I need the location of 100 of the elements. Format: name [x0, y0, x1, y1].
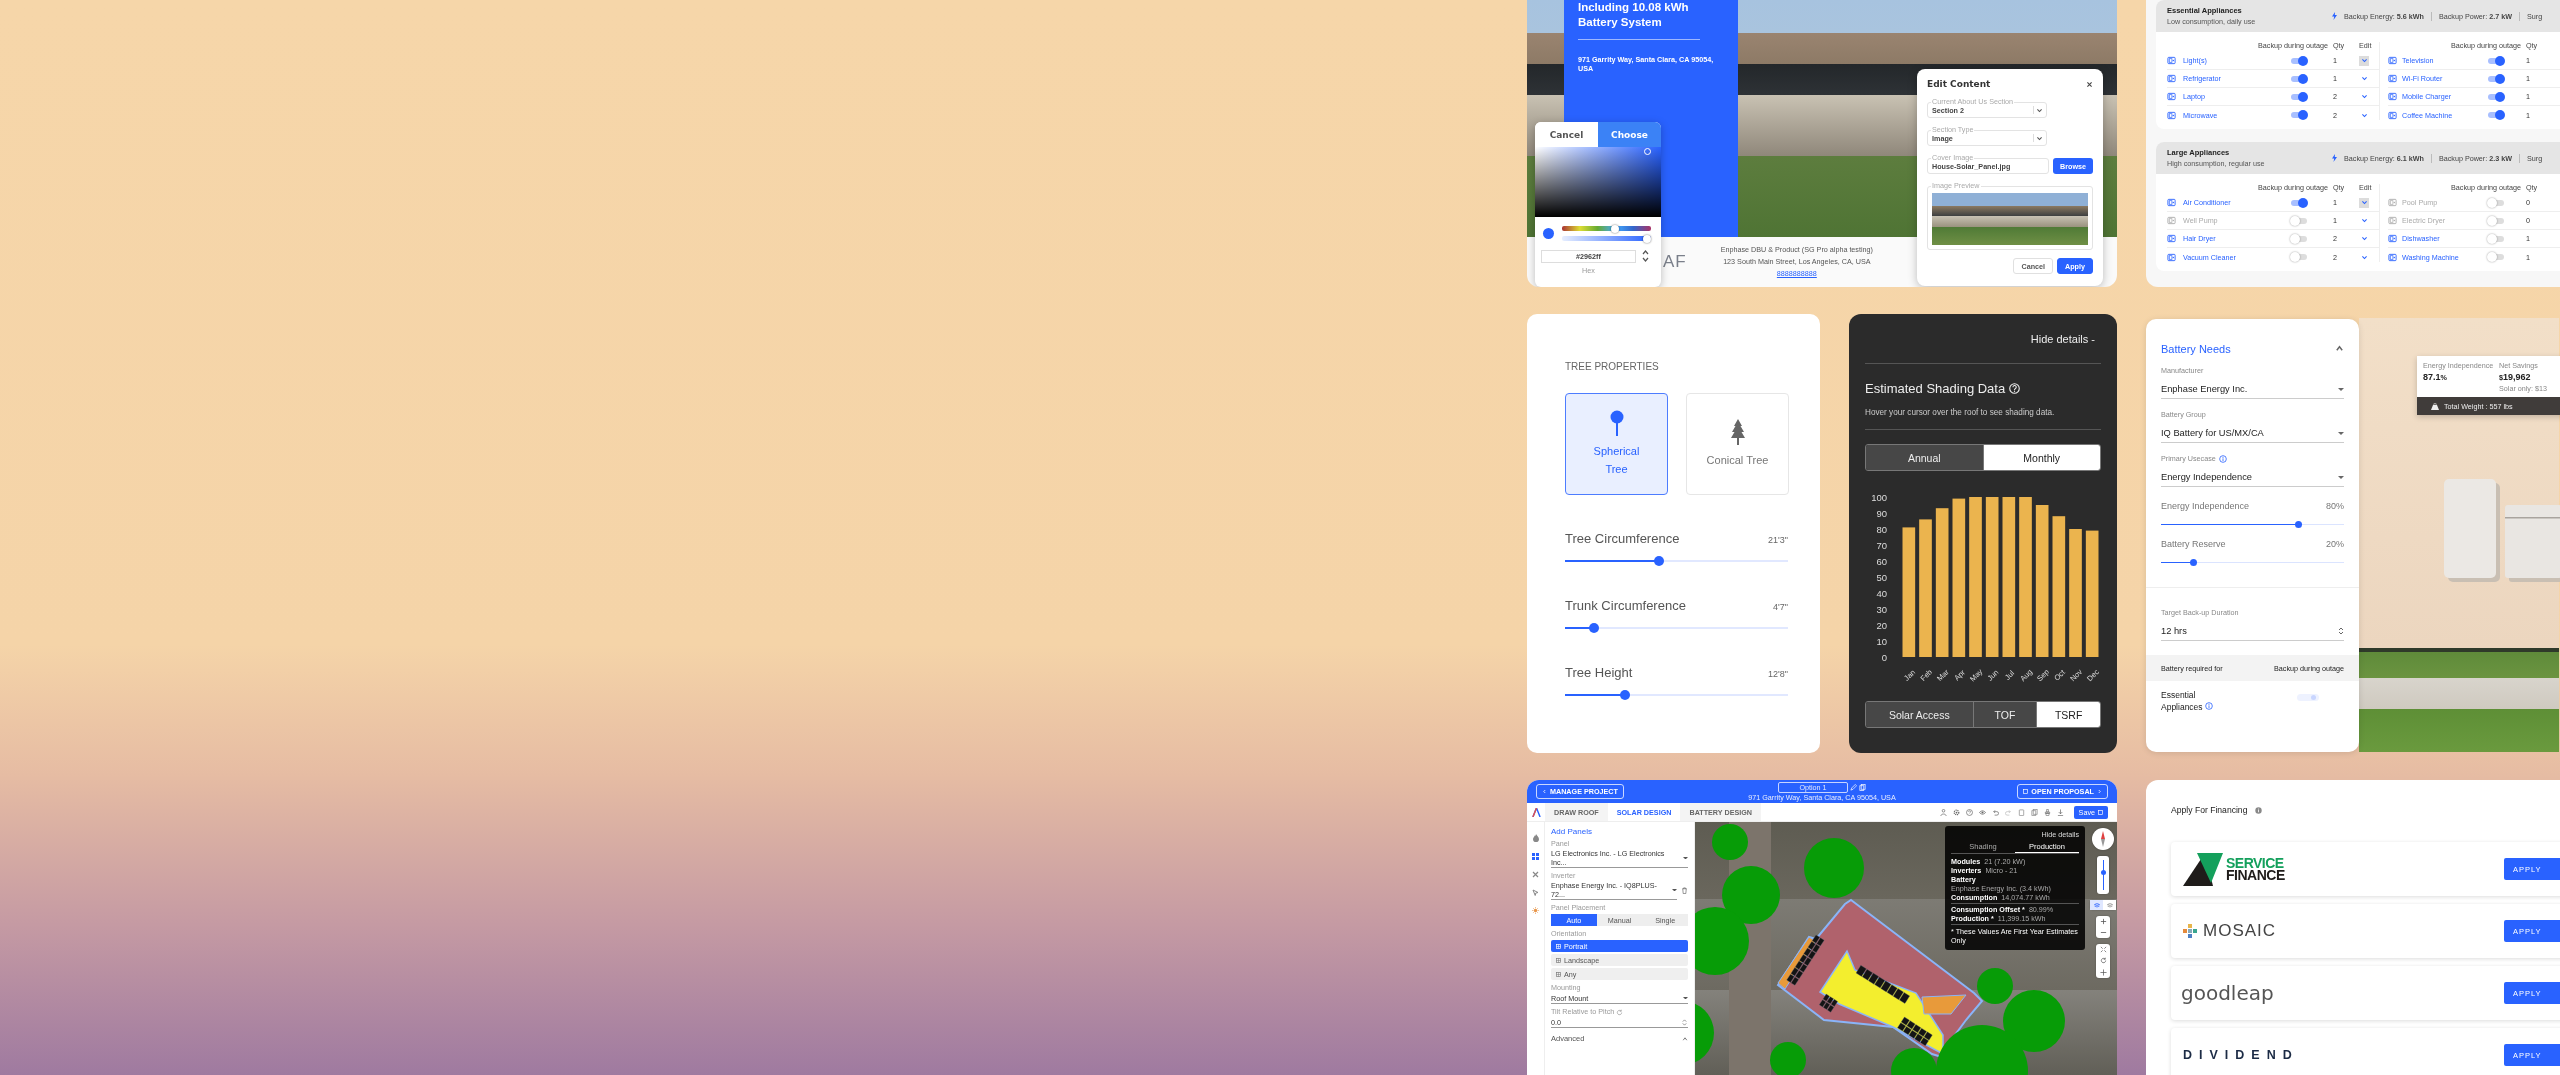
caret-icon [2338, 431, 2344, 435]
color-gradient-area[interactable] [1535, 147, 1661, 217]
y-tick-label: 30 [1876, 603, 1887, 615]
slider-thumb[interactable] [2100, 870, 2106, 876]
logo-text: MOSAIC [2203, 921, 2277, 941]
tree-marker[interactable] [1770, 1042, 1806, 1075]
appliance-icon [2388, 56, 2397, 65]
help-icon [2009, 383, 2021, 394]
view-toggle-option[interactable] [2090, 900, 2103, 910]
appliance-icon [2167, 74, 2176, 83]
hint-text: Hover your cursor over the roof to see shading data. [1865, 408, 2101, 430]
toggle-switch[interactable] [2487, 233, 2505, 244]
slider-thumb[interactable] [1589, 623, 1599, 633]
document-icon [2023, 789, 2029, 794]
slider-value: 4'7" [1773, 602, 1788, 612]
toggle-switch[interactable] [2290, 252, 2308, 262]
appliance-icon [2167, 56, 2176, 65]
slider-thumb[interactable] [2294, 521, 2302, 528]
number-field[interactable]: 12 hrs [2161, 626, 2344, 641]
toggle-switch[interactable] [2487, 110, 2505, 120]
slider-thumb[interactable] [1643, 234, 1651, 243]
alpha-slider[interactable] [1562, 236, 1651, 241]
grid-icon[interactable] [1532, 853, 1539, 860]
wrench-icon[interactable] [1532, 871, 1539, 878]
slider-value: 21'3" [1768, 535, 1788, 545]
appliance-icon [2167, 234, 2176, 243]
tree-marker[interactable] [1891, 1048, 1937, 1075]
select-field[interactable]: IQ Battery for US/MX/CA [2161, 428, 2344, 443]
copy-icon[interactable] [2030, 808, 2038, 816]
tree-marker[interactable] [1695, 907, 1749, 975]
appliance-icon [2388, 252, 2397, 262]
hue-slider[interactable] [1562, 226, 1651, 231]
caret-icon [1683, 996, 1688, 1000]
slider-thumb[interactable] [2190, 559, 2198, 566]
metric-tab[interactable]: Solar Access [1866, 702, 1974, 727]
select-field[interactable]: Enphase Energy Inc. [2161, 384, 2344, 399]
tree-marker[interactable] [1977, 968, 2013, 1004]
panel-icon [1556, 971, 1561, 977]
stepper-icon[interactable] [1642, 249, 1649, 263]
gear-icon[interactable] [1952, 808, 1960, 816]
tree-marker[interactable] [1695, 1001, 1714, 1065]
tree-marker[interactable] [1712, 824, 1748, 860]
toggle-switch[interactable] [2290, 110, 2308, 120]
select-field[interactable]: Energy Independence [2161, 472, 2344, 487]
toggle-switch[interactable] [2290, 55, 2308, 66]
clipboard-icon[interactable] [2017, 808, 2025, 816]
period-tab[interactable]: Monthly [1983, 445, 2100, 470]
undo-icon[interactable] [1991, 808, 1999, 816]
close-icon[interactable] [2086, 80, 2093, 88]
toggle-switch[interactable] [2290, 73, 2308, 84]
toggle-switch[interactable] [2290, 91, 2308, 102]
download-icon[interactable] [2056, 808, 2064, 816]
option-label: Spherical Tree [1592, 444, 1641, 477]
metric-tab[interactable]: TOF [1973, 702, 2038, 727]
flame-icon[interactable] [1532, 834, 1539, 842]
eye-icon[interactable] [1978, 808, 1986, 816]
picker-button[interactable]: Choose [1598, 122, 1661, 147]
toggle-switch[interactable] [2487, 252, 2505, 262]
compass-icon[interactable] [2092, 828, 2114, 850]
help-icon[interactable] [1965, 808, 1973, 816]
tree-type-option[interactable]: Spherical Tree [1565, 393, 1668, 495]
fit-icon[interactable] [2099, 946, 2107, 954]
sidebar-title: Add Panels [1551, 827, 1593, 836]
copy-icon[interactable] [1859, 783, 1866, 791]
slider-thumb[interactable] [1653, 556, 1664, 566]
pencil-icon[interactable] [1850, 783, 1857, 791]
tree-marker[interactable] [1804, 838, 1864, 898]
period-tab[interactable]: Annual [1866, 445, 1984, 470]
sun-icon[interactable] [1532, 907, 1539, 914]
toggle-switch[interactable] [2487, 91, 2505, 102]
info-icon [2218, 454, 2227, 463]
picker-button[interactable]: Cancel [1535, 122, 1598, 147]
expand-button[interactable] [2359, 55, 2369, 66]
slider-thumb[interactable] [1611, 224, 1620, 233]
view-toggle-option[interactable] [2103, 900, 2116, 910]
slider-thumb[interactable] [1620, 690, 1631, 700]
toggle-switch[interactable] [2487, 73, 2505, 84]
toggle-switch[interactable] [2290, 197, 2308, 208]
zoom-in-icon[interactable] [2099, 918, 2107, 925]
hide-details-link[interactable]: Hide details - [2024, 331, 2101, 346]
appliance-icon [2167, 110, 2176, 120]
toggle-switch[interactable] [2487, 55, 2505, 66]
zoom-slider[interactable] [2097, 856, 2109, 894]
stepper-icon[interactable] [2338, 626, 2344, 636]
toggle-switch[interactable] [2290, 233, 2308, 244]
rotate-icon[interactable] [2099, 957, 2107, 965]
move-icon[interactable] [2099, 968, 2107, 976]
trash-icon[interactable] [1681, 886, 1688, 894]
metric-tab[interactable]: TSRF [2037, 702, 2100, 727]
chevron-up-icon[interactable] [2335, 344, 2344, 353]
chevron-down-icon [2360, 111, 2368, 119]
tree-type-option[interactable]: Conical Tree [1686, 393, 1789, 495]
tree-marker[interactable] [1722, 866, 1780, 924]
cursor-icon[interactable] [1532, 889, 1539, 896]
tree-marker[interactable] [2003, 990, 2065, 1052]
dialog-title: Edit Content [1927, 79, 1991, 89]
zoom-out-icon[interactable] [2099, 929, 2107, 936]
slider-label: Battery Reserve [2161, 539, 2226, 549]
expand-button[interactable] [2359, 197, 2369, 208]
person-icon[interactable] [1939, 808, 1947, 816]
